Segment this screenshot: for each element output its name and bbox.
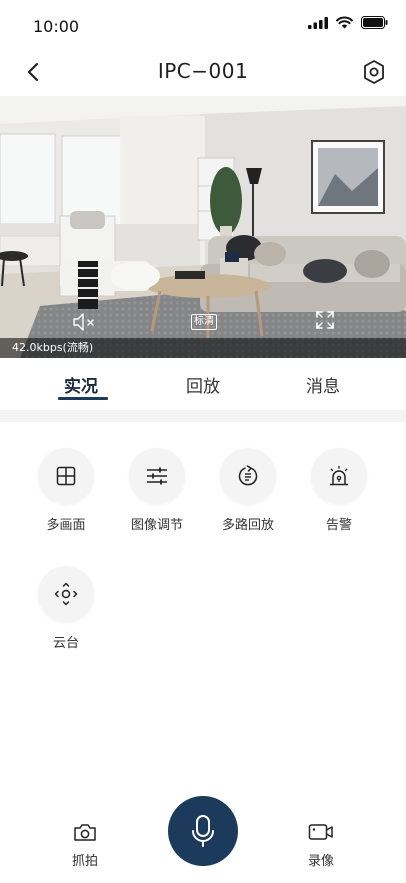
ptz-label: 云台 [52, 636, 79, 651]
quality-badge[interactable]: 标清 [191, 314, 217, 330]
section-divider [0, 410, 406, 422]
multi-view-button[interactable]: 多画面 [26, 448, 106, 533]
tab-bar: 实况 回放 消息 [0, 358, 406, 410]
multi-replay-label: 多路回放 [221, 518, 274, 533]
multi-replay-circle[interactable] [220, 448, 276, 504]
camera-icon [74, 824, 96, 841]
talk-button[interactable] [168, 796, 238, 866]
status-icons [308, 16, 388, 29]
battery-icon [361, 16, 388, 29]
snapshot-label: 抓拍 [71, 854, 98, 869]
alarm-label: 告警 [325, 518, 352, 533]
image-adjust-circle[interactable] [129, 448, 185, 504]
ptz-icon [54, 582, 78, 606]
mute-icon[interactable] [72, 312, 98, 332]
bitrate-label: 42.0kbps(流畅) [0, 338, 406, 358]
replay-icon [238, 465, 258, 486]
tab-active-indicator [58, 397, 108, 400]
record-label: 录像 [307, 854, 334, 869]
page-title: IPC−001 [157, 59, 249, 83]
tab-playback[interactable]: 回放 [186, 372, 220, 397]
ptz-button[interactable]: 云台 [26, 566, 106, 651]
alarm-button[interactable]: 告警 [299, 448, 379, 533]
multi-replay-button[interactable]: 多路回放 [208, 448, 288, 533]
wifi-icon [336, 16, 353, 29]
live-video[interactable]: 标清 42.0kbps(流畅) [0, 96, 406, 358]
record-button[interactable]: 录像 [291, 822, 351, 869]
multi-view-label: 多画面 [46, 518, 86, 533]
grid-icon [56, 466, 76, 486]
settings-icon[interactable] [362, 59, 386, 85]
alarm-icon [330, 466, 348, 486]
tab-messages[interactable]: 消息 [306, 372, 340, 397]
nav-bar: IPC−001 [0, 50, 406, 96]
fullscreen-icon[interactable] [315, 310, 335, 330]
snapshot-button[interactable]: 抓拍 [55, 822, 115, 869]
sliders-icon [147, 467, 167, 485]
bottom-action-bar: 抓拍 录像 [0, 790, 406, 883]
tab-live[interactable]: 实况 [64, 372, 98, 397]
microphone-icon [192, 815, 214, 847]
status-time: 10:00 [33, 17, 80, 36]
status-bar: 10:00 [0, 0, 406, 50]
multi-view-circle[interactable] [38, 448, 94, 504]
ptz-circle[interactable] [38, 566, 94, 622]
image-adjust-label: 图像调节 [130, 518, 183, 533]
video-record-icon [308, 824, 333, 840]
signal-icon [308, 16, 328, 29]
image-adjust-button[interactable]: 图像调节 [117, 448, 197, 533]
alarm-circle[interactable] [311, 448, 367, 504]
